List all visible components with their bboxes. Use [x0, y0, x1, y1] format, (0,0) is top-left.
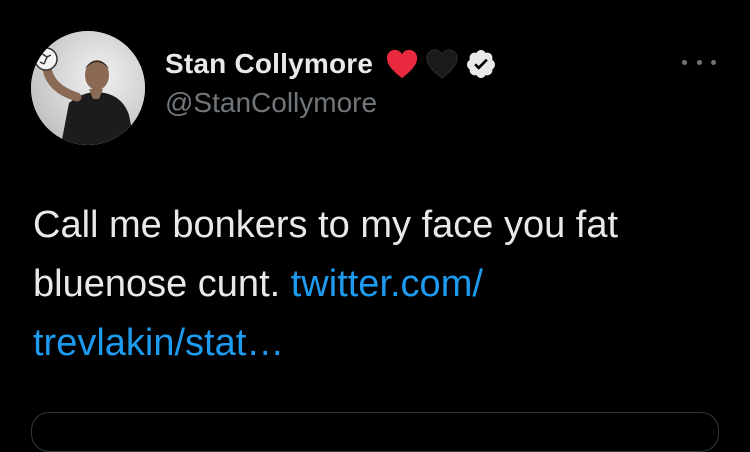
avatar-photo: [31, 31, 145, 145]
black-heart-emoji: [426, 49, 458, 79]
tweet-text: Call me bonkers to my face you fat bluen…: [33, 196, 713, 373]
avatar[interactable]: [31, 31, 145, 145]
quoted-card[interactable]: [31, 412, 719, 452]
author-handle[interactable]: @StanCollymore: [165, 87, 377, 119]
red-heart-emoji: [387, 49, 418, 79]
dot: [696, 59, 702, 65]
author-name-row[interactable]: Stan Collymore: [165, 44, 497, 84]
dot: [711, 59, 716, 65]
dot: [682, 59, 687, 65]
author-display-name[interactable]: Stan Collymore: [165, 48, 373, 80]
more-options-icon[interactable]: [682, 52, 716, 72]
verified-badge-icon[interactable]: [465, 48, 497, 80]
